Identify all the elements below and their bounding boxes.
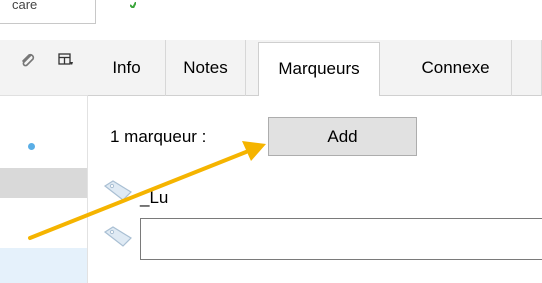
tag-icon xyxy=(103,226,132,247)
tab-marqueurs[interactable]: Marqueurs xyxy=(258,42,380,97)
left-toolbar xyxy=(0,40,88,96)
tab-overflow[interactable] xyxy=(532,40,542,96)
table-icon[interactable] xyxy=(58,52,74,68)
list-row-selected[interactable] xyxy=(0,248,87,283)
tab-notes[interactable]: Notes xyxy=(166,40,246,96)
new-marker-input[interactable] xyxy=(140,218,542,260)
tab-info[interactable]: Info xyxy=(88,40,166,96)
marker-name[interactable]: _Lu xyxy=(140,188,168,208)
attachment-icon[interactable] xyxy=(20,52,36,68)
add-marker-button[interactable]: Add xyxy=(268,117,417,156)
tab-bar: Info Notes Marqueurs Connexe xyxy=(88,40,542,97)
tab-connexe[interactable]: Connexe xyxy=(400,40,512,96)
marker-count-label: 1 marqueur : xyxy=(110,127,207,146)
check-icon xyxy=(130,2,136,8)
top-text-field[interactable]: care xyxy=(0,0,96,24)
selected-indicator xyxy=(28,143,35,150)
tag-icon xyxy=(103,180,132,201)
list-row[interactable] xyxy=(0,168,87,198)
